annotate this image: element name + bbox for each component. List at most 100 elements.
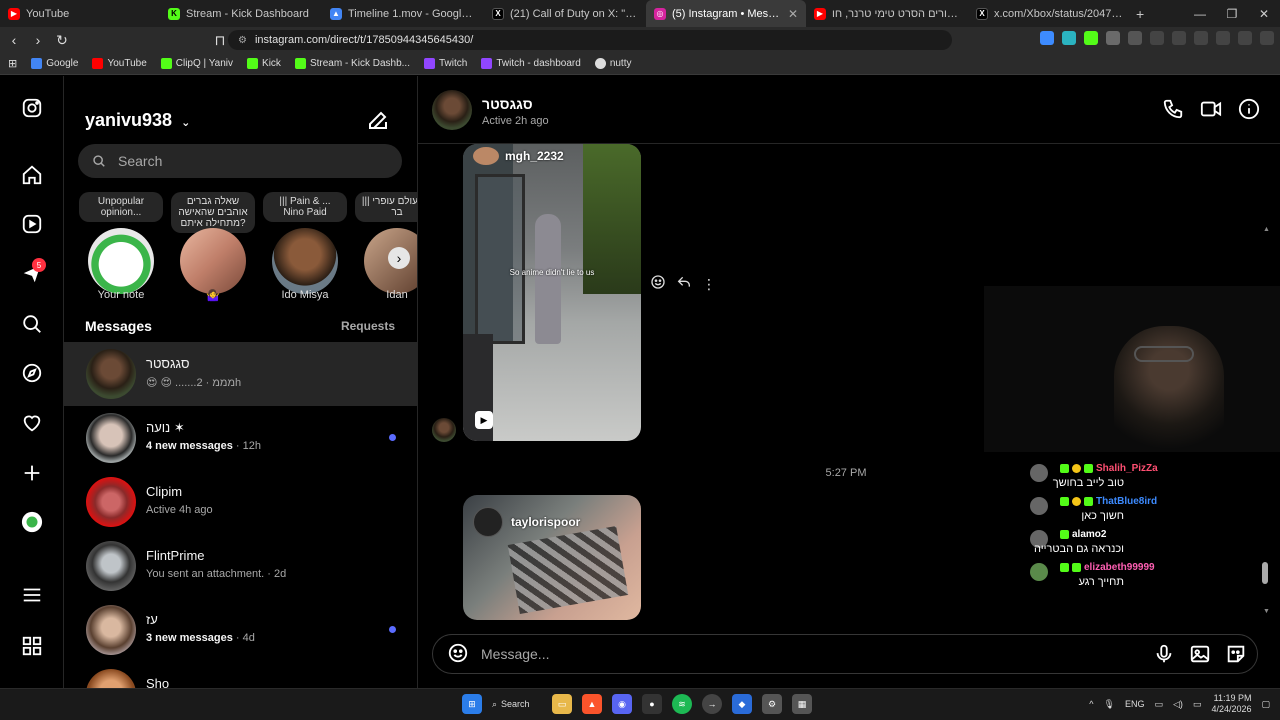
brave-browser-icon[interactable]: ▲ [582, 694, 602, 714]
extension-icon[interactable] [1040, 31, 1054, 45]
close-window-icon[interactable]: ✕ [1248, 7, 1280, 21]
new-tab-button[interactable]: + [1132, 0, 1152, 27]
also-from-meta-icon[interactable] [20, 634, 44, 658]
url-field[interactable]: ⚙ instagram.com/direct/t/178509443456454… [228, 30, 952, 50]
messenger-icon[interactable]: 5 [20, 258, 46, 286]
bookmark-clipq[interactable]: ClipQ | Yaniv [160, 58, 233, 69]
bookmark-twitch-dashboard[interactable]: Twitch - dashboard [481, 58, 581, 69]
extensions-puzzle-icon[interactable] [1106, 31, 1120, 45]
sticker-icon[interactable] [1225, 643, 1247, 668]
conversation-row[interactable]: Sho [64, 662, 417, 688]
site-info-icon[interactable]: ⚙ [238, 35, 247, 46]
avatar[interactable] [432, 418, 456, 442]
conversation-row[interactable]: Clipim Active 4h ago [64, 470, 417, 534]
react-emoji-icon[interactable] [650, 274, 666, 295]
note-ido-misya[interactable]: ||| Pain & ... Nino Paid Ido Misya [260, 192, 350, 312]
heart-icon[interactable] [20, 411, 44, 435]
bookmark-kick[interactable]: Kick [247, 58, 281, 69]
reels-icon[interactable] [20, 212, 44, 236]
clock[interactable]: 11:19 PM 4/24/2026 [1211, 693, 1251, 715]
phone-call-icon[interactable] [1162, 98, 1184, 125]
conversation-row[interactable]: FlintPrime You sent an attachment. · 2d [64, 534, 417, 598]
instagram-logo-icon[interactable] [20, 96, 44, 120]
requests-link[interactable]: Requests [341, 319, 395, 333]
forward-icon[interactable]: › [28, 32, 48, 48]
tab-google-drive[interactable]: ▲ Timeline 1.mov - Google Drive [322, 0, 484, 27]
scroll-up-arrow-icon[interactable]: ▲ [1263, 226, 1270, 233]
app-icon[interactable]: → [702, 694, 722, 714]
video-call-icon[interactable] [1200, 98, 1222, 125]
windows-start-icon[interactable]: ⊞ [462, 694, 482, 714]
app-icon[interactable]: ◆ [732, 694, 752, 714]
conversation-row[interactable]: עז 3 new messages · 4d [64, 598, 417, 662]
bookmark-kick-dashboard[interactable]: Stream - Kick Dashb... [294, 58, 410, 69]
network-icon[interactable]: ▭ [1154, 699, 1163, 710]
more-options-icon[interactable]: ⋮ [702, 276, 716, 293]
notifications-icon[interactable]: ▢ [1261, 699, 1270, 710]
extension-icon[interactable] [1062, 31, 1076, 45]
vpn-icon[interactable] [1238, 31, 1252, 45]
shared-reel[interactable]: mgh_2232 So anime didn't lie to us ▶ [463, 144, 641, 441]
discord-icon[interactable]: ◉ [612, 694, 632, 714]
bookmark-google[interactable]: Google [31, 58, 78, 69]
account-switcher[interactable]: yanivu938 ⌄ [85, 110, 190, 131]
avatar[interactable] [432, 90, 472, 130]
message-input[interactable]: Message... [432, 634, 1258, 674]
bookmark-nutty[interactable]: nutty [594, 58, 632, 69]
wallet-icon[interactable] [1194, 31, 1208, 45]
close-tab-icon[interactable]: ✕ [788, 7, 798, 21]
tab-x-xbox[interactable]: X x.com/Xbox/status/20474353505244 [968, 0, 1132, 27]
calculator-icon[interactable]: ▦ [792, 694, 812, 714]
back-icon[interactable]: ‹ [4, 32, 24, 48]
volume-icon[interactable]: ◁) [1173, 699, 1183, 710]
microphone-tray-icon[interactable]: 🎙 [1104, 699, 1115, 710]
search-input[interactable]: Search [78, 144, 402, 178]
taskbar-search[interactable]: ⌕ Search [492, 699, 542, 710]
search-icon[interactable] [20, 312, 44, 336]
menu-icon[interactable] [1260, 31, 1274, 45]
reload-icon[interactable]: ↻ [52, 32, 72, 49]
sidebar-icon[interactable] [1172, 31, 1186, 45]
settings-icon[interactable]: ⚙ [762, 694, 782, 714]
media-icon[interactable] [1150, 31, 1164, 45]
note-friend[interactable]: שאלה גברים אוהבים שהאישה מתחילה איתם? 🤷‍… [168, 192, 258, 312]
bookmark-icon[interactable]: ⊓ [210, 32, 230, 49]
tray-overflow-icon[interactable]: ^ [1089, 699, 1093, 709]
scroll-down-arrow-icon[interactable]: ▼ [1263, 608, 1270, 615]
tab-x-call-of-duty[interactable]: X (21) Call of Duty on X: "Dress to flex [484, 0, 646, 27]
chat-contact-name[interactable]: סגגסטר [482, 96, 533, 112]
ai-icon[interactable] [1216, 31, 1230, 45]
tab-kick-dashboard[interactable]: K Stream - Kick Dashboard [160, 0, 322, 27]
apps-grid-icon[interactable]: ⊞ [8, 57, 17, 70]
note-your-note[interactable]: Unpopular opinion... Your note [76, 192, 166, 312]
reply-icon[interactable] [676, 274, 692, 295]
file-explorer-icon[interactable]: ▭ [552, 694, 572, 714]
bookmark-twitch[interactable]: Twitch [423, 58, 467, 69]
battery-icon[interactable]: ▭ [1193, 699, 1202, 710]
tab-youtube-hebrew[interactable]: ▶ קסם של הורים הסרט טימי טרנר, חו [806, 0, 968, 27]
extension-icon[interactable] [1128, 31, 1142, 45]
conversation-row[interactable]: סגגסטר 😍 😍 .......מממ · 2h [64, 342, 417, 406]
new-message-icon[interactable] [366, 108, 390, 137]
shared-reel[interactable]: taylorispoor [463, 495, 641, 620]
home-icon[interactable] [20, 163, 44, 187]
emoji-picker-icon[interactable] [447, 642, 469, 667]
tab-instagram[interactable]: ◎ (5) Instagram • Messages ✕ [646, 0, 806, 27]
create-icon[interactable] [20, 461, 44, 485]
more-menu-icon[interactable] [20, 583, 44, 607]
explore-icon[interactable] [20, 361, 44, 385]
restore-icon[interactable]: ❐ [1216, 7, 1248, 21]
spotify-icon[interactable]: ≋ [672, 694, 692, 714]
conversation-row[interactable]: נועה ✶ 4 new messages · 12h [64, 406, 417, 470]
language-indicator[interactable]: ENG [1125, 699, 1145, 709]
bookmark-youtube[interactable]: YouTube [92, 58, 147, 69]
notes-next-arrow-icon[interactable]: › [388, 247, 410, 269]
minimize-icon[interactable]: — [1184, 7, 1216, 21]
obs-icon[interactable]: ● [642, 694, 662, 714]
image-upload-icon[interactable] [1189, 643, 1211, 668]
conversation-info-icon[interactable] [1238, 98, 1260, 125]
microphone-icon[interactable] [1153, 643, 1175, 668]
tab-youtube[interactable]: ▶ YouTube [0, 0, 160, 27]
profile-avatar-icon[interactable] [20, 510, 44, 534]
extension-icon[interactable] [1084, 31, 1098, 45]
